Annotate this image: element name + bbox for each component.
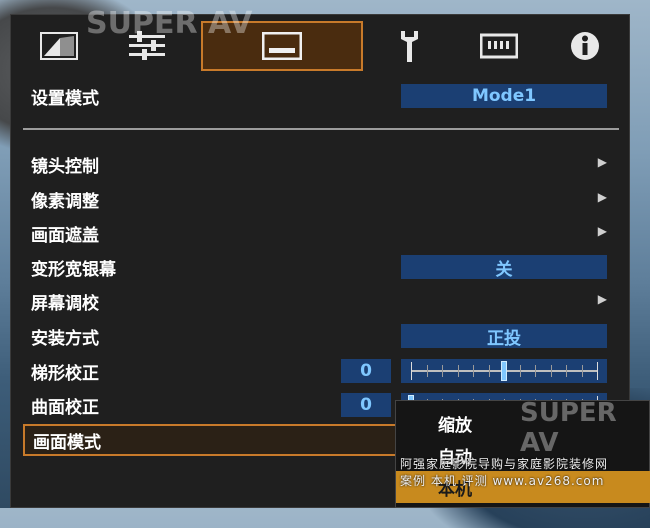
menu-row-screen-mask[interactable]: 画面遮盖 ▶ — [23, 218, 619, 248]
slider-thumb[interactable] — [501, 361, 507, 381]
submenu-arrow-icon: ▶ — [597, 155, 607, 169]
slider-tick — [582, 365, 583, 377]
menu-divider — [23, 128, 619, 130]
menu-row-keystone[interactable]: 梯形校正 0 — [23, 356, 619, 386]
curved-number: 0 — [341, 393, 391, 417]
menu-row-screen-adjust[interactable]: 屏幕调校 ▶ — [23, 286, 619, 316]
slider-tick — [458, 365, 459, 377]
setup-mode-value[interactable]: Mode1 — [401, 84, 607, 108]
submenu-arrow-icon: ▶ — [597, 292, 607, 306]
screen-icon — [262, 32, 302, 60]
tab-adjust[interactable] — [111, 21, 183, 71]
slider-tick — [411, 362, 412, 380]
curved-label: 曲面校正 — [31, 397, 99, 418]
anamorphic-label: 变形宽银幕 — [31, 259, 116, 280]
submenu-arrow-icon: ▶ — [597, 224, 607, 238]
menu-row-pixel-adjust[interactable]: 像素调整 ▶ — [23, 184, 619, 214]
menu-row-lens-control[interactable]: 镜头控制 ▶ — [23, 149, 619, 179]
screen-adjust-label: 屏幕调校 — [31, 293, 99, 314]
slider-tick — [551, 365, 552, 377]
menu-tab-bar — [11, 15, 631, 77]
picture-icon — [40, 32, 78, 60]
pixel-adjust-label: 像素调整 — [31, 191, 99, 212]
option-auto[interactable]: 自动 — [396, 439, 650, 471]
tab-install[interactable] — [373, 21, 445, 71]
menu-row-setup-mode[interactable]: 设置模式 Mode1 — [23, 81, 619, 111]
anamorphic-value[interactable]: 关 — [401, 255, 607, 280]
menu-row-install-style[interactable]: 安装方式 正投 — [23, 321, 619, 351]
picture-mode-label: 画面模式 — [33, 432, 101, 453]
slider-tick — [520, 365, 521, 377]
slider-tick — [535, 365, 536, 377]
sliders-icon — [129, 31, 165, 61]
tab-display[interactable] — [463, 21, 535, 71]
slider-tick — [489, 365, 490, 377]
keystone-number: 0 — [341, 359, 391, 383]
picture-mode-dropdown: 缩放 自动 本机 — [395, 400, 650, 508]
slider-tick — [442, 365, 443, 377]
option-zoom[interactable]: 缩放 — [396, 407, 650, 439]
menu-row-anamorphic[interactable]: 变形宽银幕 关 — [23, 252, 619, 282]
slider-tick — [597, 362, 598, 380]
submenu-arrow-icon: ▶ — [597, 190, 607, 204]
setup-mode-label: 设置模式 — [31, 88, 99, 109]
keystone-label: 梯形校正 — [31, 363, 99, 384]
chip-icon — [480, 32, 518, 60]
keystone-slider[interactable] — [401, 359, 607, 383]
option-native[interactable]: 本机 — [396, 471, 650, 503]
tab-info[interactable] — [549, 21, 621, 71]
install-style-value[interactable]: 正投 — [401, 324, 607, 349]
slider-tick — [427, 365, 428, 377]
slider-tick — [566, 365, 567, 377]
install-style-label: 安装方式 — [31, 328, 99, 349]
lens-control-label: 镜头控制 — [31, 156, 99, 177]
tab-screen[interactable] — [201, 21, 363, 71]
wrench-icon — [397, 29, 421, 63]
info-icon — [570, 31, 600, 61]
slider-tick — [473, 365, 474, 377]
screen-mask-label: 画面遮盖 — [31, 225, 99, 246]
tab-picture[interactable] — [23, 21, 95, 71]
